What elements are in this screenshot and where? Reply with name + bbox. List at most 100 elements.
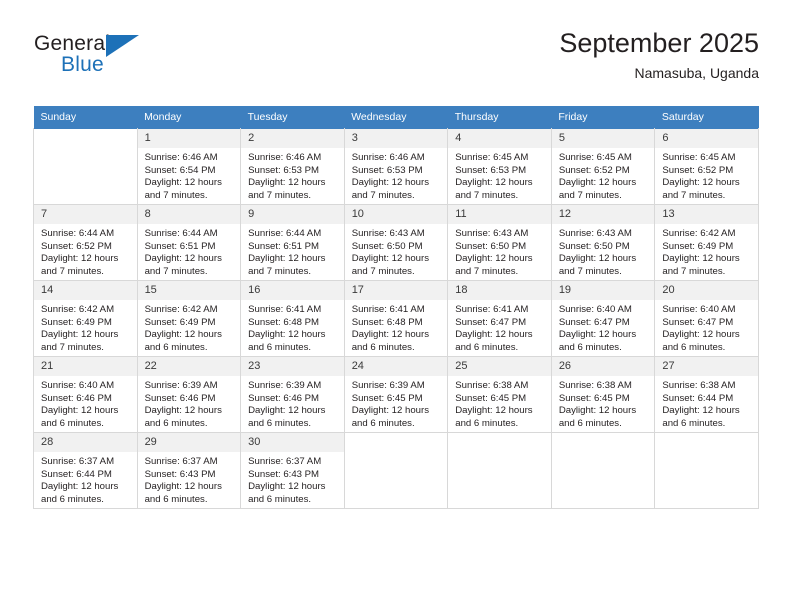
- daylight-text: Daylight: 12 hours and 6 minutes.: [144, 329, 222, 353]
- sun-times: Sunrise: 6:38 AM Sunset: 6:45 PM Daylight:…: [552, 376, 655, 430]
- sunrise-text: Sunrise: 6:46 AM: [248, 152, 322, 163]
- calendar-week-row: 1 Sunrise: 6:46 AM Sunset: 6:54 PM Daylight…: [33, 128, 759, 205]
- calendar-day-cell[interactable]: 17 Sunrise: 6:41 AM Sunset: 6:48 PM Dayligh…: [343, 280, 449, 357]
- calendar-day-cell[interactable]: 28 Sunrise: 6:37 AM Sunset: 6:44 PM Dayligh…: [33, 432, 138, 509]
- page-subtitle: Namasuba, Uganda: [634, 65, 759, 81]
- sun-times: Sunrise: 6:44 AM Sunset: 6:52 PM Daylight:…: [34, 224, 137, 278]
- daylight-text: Daylight: 12 hours and 7 minutes.: [144, 253, 222, 277]
- sunrise-text: Sunrise: 6:42 AM: [144, 304, 218, 315]
- sun-times: Sunrise: 6:37 AM Sunset: 6:43 PM Daylight:…: [241, 452, 344, 506]
- sunset-text: Sunset: 6:51 PM: [144, 240, 216, 252]
- calendar-day-cell[interactable]: 25 Sunrise: 6:38 AM Sunset: 6:45 PM Dayligh…: [447, 356, 552, 433]
- calendar-day-cell[interactable]: 30 Sunrise: 6:37 AM Sunset: 6:43 PM Dayligh…: [240, 432, 345, 509]
- title-block: September 2025 Namasuba, Uganda: [559, 26, 759, 83]
- sunrise-text: Sunrise: 6:39 AM: [248, 380, 322, 391]
- calendar-day-cell[interactable]: 16 Sunrise: 6:41 AM Sunset: 6:48 PM Dayligh…: [240, 280, 345, 357]
- sunset-text: Sunset: 6:52 PM: [662, 164, 734, 176]
- generalblue-logo[interactable]: General Blue: [33, 32, 213, 88]
- sun-times: Sunrise: 6:45 AM Sunset: 6:53 PM Daylight:…: [448, 148, 551, 202]
- day-cell-inner: 9 Sunrise: 6:44 AM Sunset: 6:51 PM Daylight…: [241, 205, 344, 280]
- day-cell-inner: 1 Sunrise: 6:46 AM Sunset: 6:54 PM Daylight…: [137, 129, 241, 204]
- sunset-text: Sunset: 6:52 PM: [41, 240, 112, 252]
- triangle-icon: [106, 35, 139, 57]
- calendar-day-cell[interactable]: 21 Sunrise: 6:40 AM Sunset: 6:46 PM Dayligh…: [33, 356, 138, 433]
- sunrise-text: Sunrise: 6:41 AM: [351, 304, 425, 315]
- day-cell-inner: [34, 129, 137, 204]
- sun-times: Sunrise: 6:38 AM Sunset: 6:45 PM Daylight:…: [448, 376, 551, 430]
- day-number: 10: [344, 205, 448, 224]
- calendar-day-cell[interactable]: 10 Sunrise: 6:43 AM Sunset: 6:50 PM Dayligh…: [343, 204, 449, 281]
- sunrise-text: Sunrise: 6:41 AM: [248, 304, 322, 315]
- day-cell-inner: 13 Sunrise: 6:42 AM Sunset: 6:49 PM Dayligh…: [655, 205, 758, 280]
- day-cell-inner: 18 Sunrise: 6:41 AM Sunset: 6:47 PM Dayligh…: [448, 281, 551, 356]
- calendar-day-cell[interactable]: 1 Sunrise: 6:46 AM Sunset: 6:54 PM Daylight…: [136, 128, 242, 205]
- calendar-day-cell[interactable]: 11 Sunrise: 6:43 AM Sunset: 6:50 PM Dayligh…: [447, 204, 552, 281]
- sun-times: Sunrise: 6:46 AM Sunset: 6:54 PM Daylight:…: [138, 148, 241, 202]
- calendar-day-cell[interactable]: 24 Sunrise: 6:39 AM Sunset: 6:45 PM Dayligh…: [343, 356, 449, 433]
- sunset-text: Sunset: 6:53 PM: [455, 164, 527, 176]
- daylight-text: Daylight: 12 hours and 7 minutes.: [558, 177, 637, 201]
- day-number: [34, 129, 137, 148]
- calendar-day-cell[interactable]: 27 Sunrise: 6:38 AM Sunset: 6:44 PM Dayligh…: [654, 356, 759, 433]
- calendar-week-row: 28 Sunrise: 6:37 AM Sunset: 6:44 PM Dayligh…: [33, 432, 759, 509]
- sunrise-text: Sunrise: 6:37 AM: [144, 456, 218, 467]
- day-number: 13: [655, 205, 758, 224]
- calendar-day-cell[interactable]: 9 Sunrise: 6:44 AM Sunset: 6:51 PM Daylight…: [240, 204, 345, 281]
- calendar-day-cell[interactable]: 22 Sunrise: 6:39 AM Sunset: 6:46 PM Dayligh…: [136, 356, 242, 433]
- sun-times: Sunrise: 6:40 AM Sunset: 6:46 PM Daylight:…: [34, 376, 137, 430]
- sun-times: Sunrise: 6:37 AM Sunset: 6:43 PM Daylight:…: [138, 452, 241, 506]
- calendar-day-cell[interactable]: 26 Sunrise: 6:38 AM Sunset: 6:45 PM Dayligh…: [550, 356, 656, 433]
- day-number: 6: [655, 129, 758, 148]
- calendar-day-cell[interactable]: 7 Sunrise: 6:44 AM Sunset: 6:52 PM Daylight…: [33, 204, 138, 281]
- day-number: 16: [241, 281, 344, 300]
- calendar-day-cell[interactable]: 8 Sunrise: 6:44 AM Sunset: 6:51 PM Daylight…: [136, 204, 242, 281]
- sunset-text: Sunset: 6:49 PM: [662, 240, 734, 252]
- calendar-day-cell[interactable]: 2 Sunrise: 6:46 AM Sunset: 6:53 PM Daylight…: [240, 128, 345, 205]
- sunset-text: Sunset: 6:43 PM: [248, 468, 320, 480]
- sunrise-text: Sunrise: 6:43 AM: [351, 228, 425, 239]
- sunrise-text: Sunrise: 6:38 AM: [558, 380, 632, 391]
- day-number: 9: [241, 205, 344, 224]
- calendar-day-cell[interactable]: 18 Sunrise: 6:41 AM Sunset: 6:47 PM Dayligh…: [447, 280, 552, 357]
- calendar-day-cell[interactable]: 12 Sunrise: 6:43 AM Sunset: 6:50 PM Dayligh…: [550, 204, 656, 281]
- sunset-text: Sunset: 6:54 PM: [144, 164, 216, 176]
- sun-times: Sunrise: 6:41 AM Sunset: 6:48 PM Daylight:…: [345, 300, 448, 354]
- day-number: 4: [448, 129, 551, 148]
- calendar-day-cell[interactable]: 29 Sunrise: 6:37 AM Sunset: 6:43 PM Dayligh…: [136, 432, 242, 509]
- calendar-day-cell[interactable]: 13 Sunrise: 6:42 AM Sunset: 6:49 PM Dayligh…: [654, 204, 759, 281]
- weekday-header-sunday: Sunday: [33, 106, 138, 129]
- sunrise-text: Sunrise: 6:40 AM: [662, 304, 736, 315]
- calendar-day-cell[interactable]: 5 Sunrise: 6:45 AM Sunset: 6:52 PM Daylight…: [550, 128, 656, 205]
- calendar-day-cell[interactable]: 4 Sunrise: 6:45 AM Sunset: 6:53 PM Daylight…: [447, 128, 552, 205]
- sunset-text: Sunset: 6:52 PM: [558, 164, 630, 176]
- day-number: 21: [34, 357, 137, 376]
- calendar-day-cell[interactable]: 23 Sunrise: 6:39 AM Sunset: 6:46 PM Dayligh…: [240, 356, 345, 433]
- sunset-text: Sunset: 6:47 PM: [455, 316, 527, 328]
- sun-times: Sunrise: 6:40 AM Sunset: 6:47 PM Daylight:…: [655, 300, 758, 354]
- daylight-text: Daylight: 12 hours and 7 minutes.: [248, 253, 326, 277]
- calendar-week-row: 7 Sunrise: 6:44 AM Sunset: 6:52 PM Daylight…: [33, 204, 759, 281]
- sunset-text: Sunset: 6:43 PM: [144, 468, 216, 480]
- calendar-day-cell[interactable]: 19 Sunrise: 6:40 AM Sunset: 6:47 PM Dayligh…: [550, 280, 656, 357]
- sunset-text: Sunset: 6:50 PM: [351, 240, 423, 252]
- day-cell-inner: 19 Sunrise: 6:40 AM Sunset: 6:47 PM Dayligh…: [551, 281, 655, 356]
- calendar-day-cell-empty: [654, 432, 759, 509]
- day-cell-inner: 10 Sunrise: 6:43 AM Sunset: 6:50 PM Dayligh…: [344, 205, 448, 280]
- calendar-day-cell[interactable]: 15 Sunrise: 6:42 AM Sunset: 6:49 PM Dayligh…: [136, 280, 242, 357]
- day-cell-inner: 24 Sunrise: 6:39 AM Sunset: 6:45 PM Dayligh…: [344, 357, 448, 432]
- day-number: 8: [137, 205, 241, 224]
- day-number: 15: [137, 281, 241, 300]
- sunrise-text: Sunrise: 6:39 AM: [144, 380, 218, 391]
- daylight-text: Daylight: 12 hours and 7 minutes.: [455, 177, 533, 201]
- calendar-day-cell[interactable]: 6 Sunrise: 6:45 AM Sunset: 6:52 PM Daylight…: [654, 128, 759, 205]
- sun-times: Sunrise: 6:46 AM Sunset: 6:53 PM Daylight:…: [241, 148, 344, 202]
- daylight-text: Daylight: 12 hours and 7 minutes.: [144, 177, 222, 201]
- calendar-day-cell[interactable]: 14 Sunrise: 6:42 AM Sunset: 6:49 PM Dayligh…: [33, 280, 138, 357]
- calendar-day-cell-empty: [447, 432, 552, 509]
- sunrise-text: Sunrise: 6:45 AM: [662, 152, 736, 163]
- day-number: 22: [137, 357, 241, 376]
- calendar-day-cell[interactable]: 3 Sunrise: 6:46 AM Sunset: 6:53 PM Daylight…: [343, 128, 449, 205]
- day-number: 2: [241, 129, 344, 148]
- sunset-text: Sunset: 6:50 PM: [558, 240, 630, 252]
- calendar-day-cell[interactable]: 20 Sunrise: 6:40 AM Sunset: 6:47 PM Dayligh…: [654, 280, 759, 357]
